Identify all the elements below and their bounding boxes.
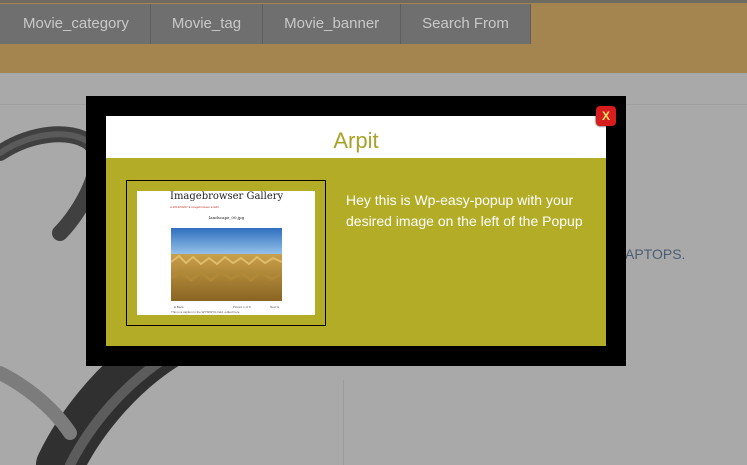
content-vertical-divider bbox=[343, 380, 344, 465]
background-partial-text: APTOPS. bbox=[625, 246, 686, 262]
thumbnail-back-link: ◄ Back bbox=[173, 305, 184, 309]
nav-item-movie-banner[interactable]: Movie_banner bbox=[263, 4, 402, 44]
thumbnail-next-link: Next ► bbox=[270, 305, 280, 309]
thumbnail-meta: ● 2013/04/07 ● imagebrowser ● Edit bbox=[170, 205, 219, 209]
wheat-field-photo bbox=[171, 228, 282, 301]
thumbnail-title: Imagebrowser Gallery bbox=[170, 191, 284, 202]
nav-item-movie-category[interactable]: Movie_category bbox=[0, 4, 151, 44]
popup-title: Arpit bbox=[106, 116, 606, 158]
popup-image: Imagebrowser Gallery ● 2013/04/07 ● imag… bbox=[137, 191, 315, 315]
nav-item-search-from[interactable]: Search From bbox=[401, 4, 531, 44]
thumbnail-caption: landscape_00.jpg bbox=[209, 215, 245, 220]
thumbnail-counter: Picture 1 of 6 bbox=[233, 305, 251, 309]
nav-item-movie-tag[interactable]: Movie_tag bbox=[151, 4, 264, 44]
popup-message: Hey this is Wp-easy-popup with your desi… bbox=[346, 192, 583, 229]
main-nav: Movie_category Movie_tag Movie_banner Se… bbox=[0, 4, 531, 44]
popup-close-button[interactable]: X bbox=[596, 106, 616, 126]
thumbnail-footer-text: This is a caption in the WYSIWYG field; … bbox=[171, 310, 240, 314]
